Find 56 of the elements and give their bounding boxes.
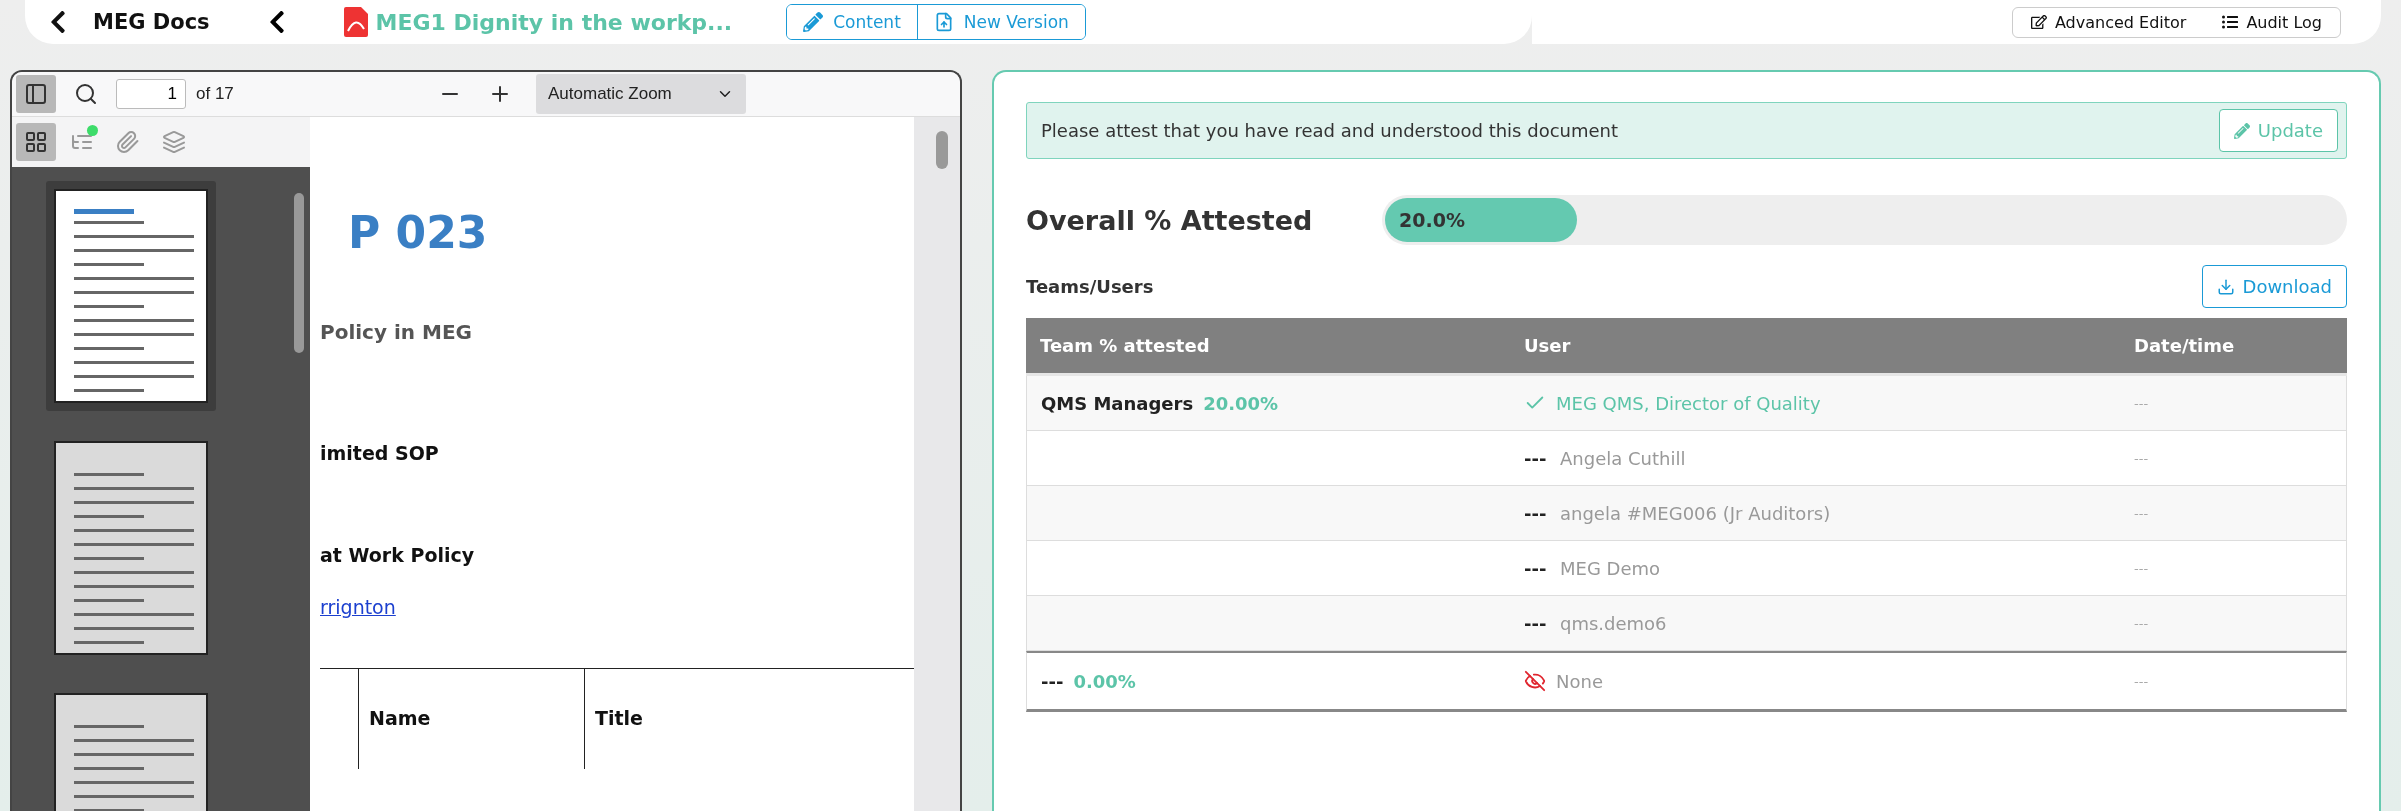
user-name: MEG QMS, Director of Quality <box>1556 392 1821 414</box>
document-text: at Work Policy <box>320 544 476 566</box>
progress-fill: 20.0% <box>1385 198 1577 242</box>
column-header: Date/time <box>2120 318 2347 376</box>
user-name: MEG Demo <box>1560 557 1661 579</box>
team-percent: 20.00% <box>1203 392 1279 414</box>
page-thumbnail[interactable] <box>46 181 216 411</box>
date-text: --- <box>2134 450 2149 466</box>
pdf-file-icon <box>343 7 368 37</box>
date-text: --- <box>2134 395 2149 411</box>
table-header: Name <box>358 669 584 769</box>
user-name: Angela Cuthill <box>1560 447 1686 469</box>
column-header: User <box>1510 318 2120 376</box>
user-name: None <box>1556 670 1603 692</box>
paperclip-icon <box>116 130 140 154</box>
back-button[interactable]: MEG Docs <box>35 9 220 35</box>
column-header: Team % attested <box>1026 318 1510 376</box>
notice-text: Please attest that you have read and understood this document <box>1041 120 1619 141</box>
toolbar-button[interactable]: Audit Log <box>2216 11 2328 33</box>
document-text: P 023 <box>347 207 489 258</box>
zoom-select[interactable]: Automatic Zoom <box>536 74 746 114</box>
date-text: --- <box>2134 505 2149 521</box>
sidebar-toggle-icon[interactable] <box>16 75 56 113</box>
edit-icon <box>2030 14 2047 30</box>
eye-off-icon <box>1524 670 1546 692</box>
overall-label: Overall % Attested <box>1026 204 1314 236</box>
section-label: Teams/Users <box>1026 276 1154 297</box>
document-title: MEG1 Dignity in the workp... <box>343 7 733 37</box>
pending-mark: --- <box>1524 612 1548 634</box>
scrollbar-thumb[interactable] <box>294 193 304 353</box>
pending-mark: --- <box>1524 557 1548 579</box>
team-name: QMS Managers <box>1041 392 1194 414</box>
scrollbar-thumb[interactable] <box>936 131 948 169</box>
date-text: --- <box>2134 673 2149 689</box>
page-number-field[interactable]: 1 <box>116 79 186 109</box>
user-name: angela #MEG006 (Jr Auditors) <box>1560 502 1831 524</box>
author-link[interactable]: rrignton <box>320 596 914 618</box>
pending-mark: --- <box>1524 502 1548 524</box>
toolbar-button[interactable]: Advanced Editor <box>2024 11 2193 33</box>
page-count: of 17 <box>196 84 234 104</box>
layers-icon <box>162 130 186 154</box>
date-text: --- <box>2134 560 2149 576</box>
team-name: --- <box>1041 670 1064 692</box>
document-text: Policy in MEG <box>320 320 473 344</box>
list-icon <box>2222 14 2239 30</box>
team-percent: 0.00% <box>1073 670 1136 692</box>
date-text: --- <box>2134 615 2149 631</box>
sidebar-tab[interactable] <box>16 123 56 161</box>
grid-icon <box>24 130 48 154</box>
user-name: qms.demo6 <box>1560 612 1667 634</box>
pending-mark: --- <box>1524 447 1548 469</box>
pencil-icon <box>803 12 824 32</box>
table-header: Title <box>584 669 830 769</box>
download-icon <box>2216 277 2235 296</box>
document-text: imited SOP <box>320 442 440 464</box>
pencil-icon <box>2233 122 2250 139</box>
